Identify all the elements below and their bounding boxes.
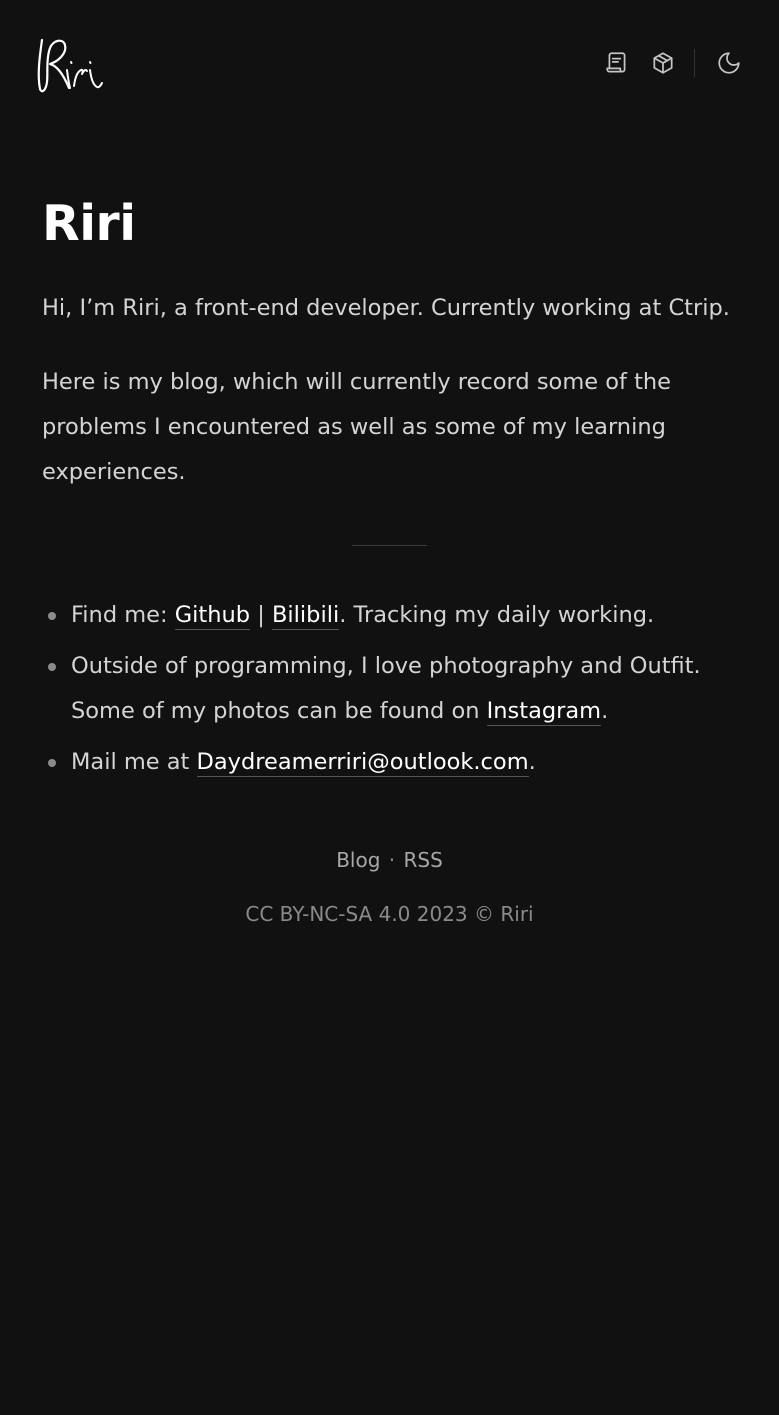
github-link[interactable]: Github — [174, 602, 251, 630]
site-footer: Blog · RSS CC BY-NC-SA 4.0 2023 © Riri — [0, 840, 779, 934]
photography-suffix: . — [601, 698, 609, 724]
footer-links: Blog · RSS — [0, 840, 779, 880]
footer-rss-link[interactable]: RSS — [404, 848, 443, 872]
top-nav — [601, 46, 745, 80]
nav-divider — [694, 49, 695, 77]
main-content: Riri Hi, I’m Riri, a front-end developer… — [42, 186, 742, 495]
mail-prefix: Mail me at — [71, 749, 197, 775]
blog-icon[interactable] — [601, 47, 633, 79]
link-separator: | — [257, 602, 265, 628]
site-header — [0, 0, 779, 130]
list-item-find-me: Find me: Github | Bilibili. Tracking my … — [42, 593, 742, 638]
about-list: Find me: Github | Bilibili. Tracking my … — [42, 593, 742, 791]
moon-icon[interactable] — [713, 47, 745, 79]
footer-dot: · — [388, 848, 396, 872]
signature-logo-icon — [37, 38, 103, 93]
instagram-link[interactable]: Instagram — [486, 698, 602, 726]
list-item-photography: Outside of programming, I love photograp… — [42, 644, 742, 734]
footer-blog-link[interactable]: Blog — [336, 848, 380, 872]
section-divider — [352, 545, 427, 546]
logo[interactable] — [34, 34, 106, 96]
intro-paragraph: Hi, I’m Riri, a front-end developer. Cur… — [42, 295, 730, 321]
page-title: Riri — [42, 195, 136, 252]
bilibili-link[interactable]: Bilibili — [271, 602, 340, 630]
list-item-mail: Mail me at Daydreamerriri@outlook.com. — [42, 740, 742, 785]
mail-suffix: . — [528, 749, 536, 775]
copyright-text: CC BY-NC-SA 4.0 2023 © Riri — [245, 902, 534, 926]
email-link[interactable]: Daydreamerriri@outlook.com — [196, 749, 529, 777]
find-me-suffix: . Tracking my daily working. — [339, 602, 655, 628]
find-me-prefix: Find me: — [71, 602, 175, 628]
blog-description-paragraph: Here is my blog, which will currently re… — [42, 369, 671, 485]
projects-icon[interactable] — [647, 47, 679, 79]
